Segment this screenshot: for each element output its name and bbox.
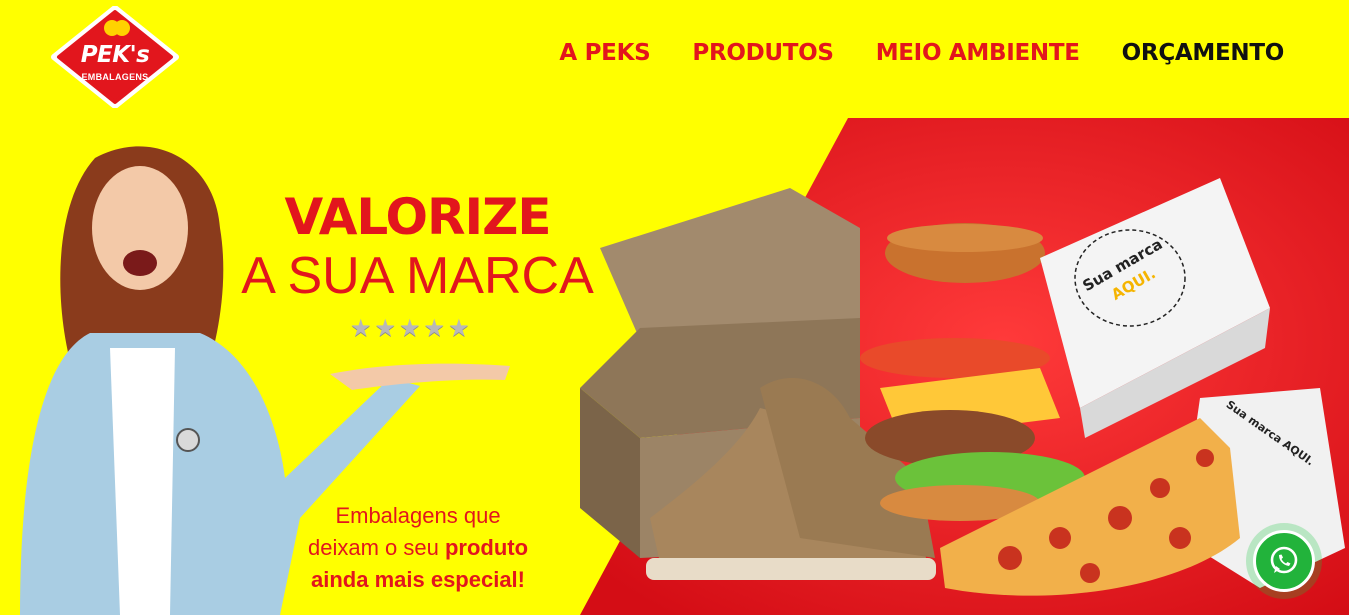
whatsapp-button-inner[interactable] (1253, 530, 1315, 592)
nav-item-orcamento[interactable]: ORÇAMENTO (1122, 40, 1285, 66)
logo-tagline: EMBALAGENS (81, 72, 149, 82)
tagline-bold-1: produto (444, 535, 529, 560)
site-header: PEK's EMBALAGENS A PEKS PRODUTOS MEIO AM… (0, 0, 1349, 118)
whatsapp-icon (1270, 546, 1298, 574)
headline-line-2: A SUA MARCA (241, 247, 594, 305)
star-icon: ★ (448, 314, 470, 342)
star-icon: ★ (350, 314, 372, 342)
star-icon: ★ (399, 314, 421, 342)
rating-stars: ★ ★ ★ ★ ★ (350, 316, 470, 340)
nav-item-a-peks[interactable]: A PEKS (559, 40, 650, 66)
logo-name: PEK's (80, 42, 150, 68)
hero-illustration: Sua marca AQUI. Sua marca AQUI. (20, 118, 1349, 615)
whatsapp-button[interactable] (1246, 523, 1322, 599)
hero-tagline: Embalagens que deixam o seu produto aind… (262, 500, 574, 596)
nav-item-meio-ambiente[interactable]: MEIO AMBIENTE (876, 40, 1080, 66)
tagline-bold-2: ainda mais especial! (311, 567, 525, 592)
star-icon: ★ (423, 314, 446, 342)
tagline-text-1: Embalagens que (335, 503, 501, 528)
hero-banner[interactable]: Sua marca AQUI. Sua marca AQUI. VALORIZE… (0, 118, 1349, 615)
headline-line-1: VALORIZE (284, 188, 551, 246)
logo[interactable]: PEK's EMBALAGENS (50, 6, 180, 108)
main-nav: A PEKS PRODUTOS MEIO AMBIENTE ORÇAMENTO (559, 40, 1284, 66)
nav-item-produtos[interactable]: PRODUTOS (692, 40, 834, 66)
hero-headline: VALORIZE A SUA MARCA (230, 188, 605, 306)
tagline-text-2: deixam o seu (307, 535, 445, 560)
star-icon: ★ (374, 314, 397, 342)
